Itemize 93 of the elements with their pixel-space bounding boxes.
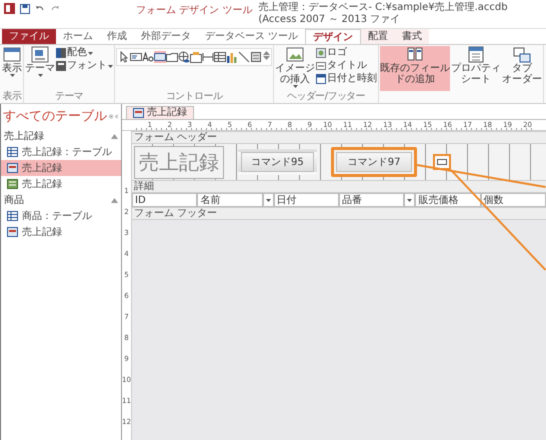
nav-item[interactable]: 売上記録 — [1, 176, 121, 192]
logo-icon — [316, 48, 326, 58]
ribbon-button[interactable]: 既存のフィール ドの追加 — [380, 46, 450, 91]
control-tool-button[interactable] — [142, 51, 154, 63]
ribbon-button[interactable]: ロゴ — [316, 47, 377, 59]
document-tab[interactable]: 売上記録 — [126, 106, 194, 119]
nav-item[interactable]: 売上記録 — [1, 224, 121, 240]
form-icon — [7, 163, 18, 173]
dropdown-arrow-icon — [407, 198, 412, 202]
textbox-icon — [130, 51, 142, 63]
ribbon-button[interactable]: 表示 — [2, 46, 22, 91]
nav-group-header[interactable]: 商品 — [1, 192, 121, 208]
option-group-icon — [190, 51, 202, 63]
control-tool-button[interactable] — [190, 51, 202, 63]
section-bar[interactable]: フォーム フッター — [132, 207, 546, 220]
globe-icon — [178, 51, 190, 63]
title-icon — [316, 61, 326, 71]
tab-control-icon — [166, 51, 178, 63]
ribbon-tab[interactable]: ホーム — [56, 29, 100, 44]
control-tool-button[interactable] — [154, 51, 166, 63]
control-tool-button[interactable] — [178, 51, 190, 63]
chart-icon — [226, 51, 238, 63]
nav-pane-title[interactable]: すべてのテーブル — [3, 107, 107, 125]
group-label: ヘッダー/フッター — [286, 91, 366, 102]
control-tool-button[interactable] — [238, 51, 250, 63]
group-label: テーマ — [54, 91, 84, 102]
ribbon-tab[interactable]: 外部データ — [134, 29, 198, 44]
button-control-icon — [154, 51, 166, 63]
dropdown-icon — [109, 112, 114, 120]
ribbon-tab[interactable]: 作成 — [100, 29, 134, 44]
control-tool-button[interactable] — [202, 51, 214, 63]
app-icon — [4, 3, 15, 14]
save-icon — [20, 4, 30, 14]
ribbon-button[interactable]: フォント — [56, 60, 113, 72]
ribbon-tab[interactable]: デザイン — [305, 29, 362, 44]
section-bar[interactable]: フォーム ヘッダー — [132, 131, 546, 144]
ribbon-tab[interactable]: 配置 — [361, 29, 396, 44]
calendar-icon — [316, 74, 326, 84]
text-box[interactable]: 販売価格 — [415, 193, 481, 207]
table-icon — [7, 211, 18, 221]
form-icon — [7, 227, 18, 237]
table-icon — [7, 147, 18, 157]
form-icon — [133, 108, 144, 118]
ribbon-tab[interactable]: データベース ツール — [198, 29, 306, 44]
collapse-icon — [115, 112, 119, 120]
group-label: 表示 — [2, 91, 22, 102]
report-icon — [7, 179, 18, 189]
new-control-placeholder[interactable] — [433, 154, 452, 170]
control-tool-button[interactable] — [118, 51, 130, 63]
text-box[interactable]: 品番 — [338, 193, 404, 207]
combo-button[interactable] — [262, 193, 274, 207]
label-icon — [142, 51, 154, 63]
scroll-up-icon — [263, 51, 270, 55]
section-bar[interactable]: 詳細 — [132, 180, 546, 193]
ribbon-button[interactable]: テーマ — [25, 46, 55, 91]
text-box[interactable]: 個数 — [480, 193, 546, 207]
button-control-icon — [437, 159, 448, 165]
control-tool-button[interactable] — [250, 51, 262, 63]
font-icon — [56, 61, 66, 71]
palette-icon — [56, 48, 66, 58]
nav-item[interactable]: 売上記録：テーブル — [1, 144, 121, 160]
group-label: コントロール — [164, 91, 224, 102]
nav-item[interactable]: 売上記録 — [1, 160, 121, 176]
text-box[interactable]: 日付 — [274, 193, 339, 207]
command-button[interactable]: コマンド97 — [330, 147, 418, 177]
control-tool-button[interactable] — [226, 51, 238, 63]
command-button[interactable]: コマンド95 — [238, 149, 317, 175]
control-tool-button[interactable] — [130, 51, 142, 63]
control-tool-button[interactable] — [214, 51, 226, 63]
ribbon-button[interactable]: イメージ の挿入 — [275, 46, 315, 91]
control-tool-button[interactable] — [166, 51, 178, 63]
ribbon-button[interactable]: 日付と時刻 — [316, 73, 377, 85]
collapse-icon — [111, 197, 118, 203]
scroll-down-icon — [263, 56, 270, 60]
grid-icon — [214, 51, 226, 63]
nav-item[interactable]: 商品：テーブル — [1, 208, 121, 224]
ribbon-tab[interactable]: 書式 — [395, 29, 430, 44]
ribbon-button[interactable]: タブ オーダー — [502, 46, 542, 91]
toggle-icon — [250, 51, 262, 63]
text-box[interactable]: 名前 — [197, 193, 263, 207]
window-title: 売上管理：データベース- C:¥sample¥売上管理.accdb (Access 2007 ～ 2013 ファイ — [258, 2, 509, 26]
ribbon-button[interactable]: プロパティ シート — [451, 46, 501, 91]
context-tab-label: フォーム デザイン ツール — [136, 4, 252, 17]
page-break-icon — [202, 51, 214, 63]
ribbon-button[interactable]: 配色 — [56, 47, 113, 59]
nav-group-header[interactable]: 売上記録 — [1, 128, 121, 144]
text-box[interactable]: ID — [132, 193, 198, 207]
collapse-icon — [111, 133, 118, 139]
combo-button[interactable] — [404, 193, 416, 207]
line-icon — [238, 51, 250, 63]
dropdown-arrow-icon — [266, 198, 271, 202]
ribbon-button[interactable]: タイトル — [316, 60, 377, 72]
ribbon-tab[interactable]: ファイル — [2, 29, 56, 44]
